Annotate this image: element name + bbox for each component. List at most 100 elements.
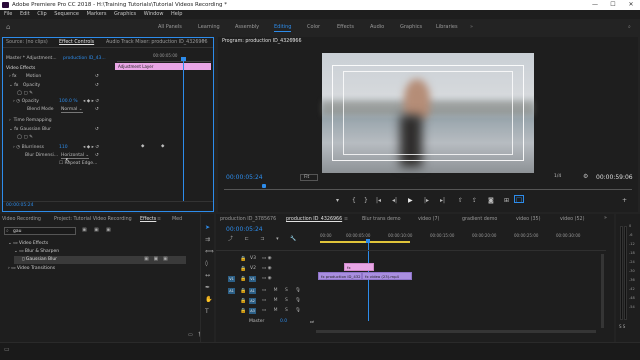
opacity-reset-icon[interactable]: ↺ bbox=[95, 83, 99, 88]
export-frame-icon[interactable]: ◙ bbox=[488, 197, 494, 204]
menu-clip[interactable]: Clip bbox=[37, 11, 46, 17]
source-patch-a1[interactable]: A1 bbox=[228, 288, 235, 294]
menu-sequence[interactable]: Sequence bbox=[54, 11, 79, 17]
yuv-effects-icon[interactable]: ▣ bbox=[106, 227, 111, 233]
a2-lock-icon[interactable]: 🔒 bbox=[240, 298, 246, 304]
a2-toggles[interactable]: ▭ M S 🎙 bbox=[262, 298, 304, 303]
mark-in-icon[interactable]: { bbox=[352, 197, 356, 204]
gaussian-reset-icon[interactable]: ↺ bbox=[95, 127, 99, 132]
tab-project[interactable]: Project: Tutorial Video Recording bbox=[54, 217, 132, 222]
effects-search-input[interactable]: ⌕ gau bbox=[4, 227, 76, 235]
workspace-audio[interactable]: Audio bbox=[370, 19, 384, 35]
program-panel-menu-icon[interactable]: ≡ bbox=[291, 38, 295, 43]
tab-audio-track-mixer[interactable]: Audio Track Mixer: production ID_4326966 bbox=[106, 40, 208, 45]
menu-help[interactable]: Help bbox=[171, 11, 182, 17]
program-timecode[interactable]: 00:00:05:24 bbox=[226, 174, 263, 181]
wrench-icon[interactable]: ⚙ bbox=[583, 173, 588, 180]
extract-icon[interactable]: ⇪ bbox=[472, 197, 477, 204]
workspace-all-panels[interactable]: All Panels bbox=[158, 19, 182, 35]
blurriness-keyframe-nav-icon[interactable]: ◂ ◆ ▸ ↺ bbox=[83, 145, 99, 150]
tab-video-7[interactable]: video (7) bbox=[418, 217, 439, 222]
pen-tool-icon[interactable]: ✒ bbox=[205, 284, 210, 291]
hand-tool-icon[interactable]: ✋ bbox=[205, 296, 212, 303]
program-playhead-icon[interactable] bbox=[262, 184, 266, 188]
timeline-timecode[interactable]: 00:00:05:24 bbox=[226, 226, 263, 233]
accelerated-effects-icon[interactable]: ▣ bbox=[82, 227, 87, 233]
master-volume-value[interactable]: 0.0 bbox=[280, 319, 287, 324]
tab-effects[interactable]: Effects bbox=[140, 217, 156, 222]
button-editor-icon[interactable]: + bbox=[622, 197, 627, 204]
program-video-frame[interactable] bbox=[322, 53, 534, 173]
v2-lock-icon[interactable]: 🔒 bbox=[240, 266, 246, 272]
source-patch-v1[interactable]: V1 bbox=[228, 276, 235, 282]
workspace-libraries[interactable]: Libraries bbox=[436, 19, 458, 35]
menu-window[interactable]: Window bbox=[144, 11, 164, 17]
timeline-vertical-scrollbar[interactable] bbox=[601, 254, 604, 328]
play-icon[interactable]: ▶ bbox=[408, 197, 413, 204]
track-a3-label[interactable]: A3 bbox=[249, 308, 256, 314]
tab-source[interactable]: Source: (no clips) bbox=[6, 40, 48, 45]
master-clip-label[interactable]: Master * Adjustment... bbox=[6, 56, 57, 61]
go-to-in-icon[interactable]: |◂ bbox=[376, 197, 381, 204]
fx-motion-row[interactable]: › fx Motion bbox=[9, 74, 41, 79]
tab-blur-trans-demo[interactable]: Blur trans demo bbox=[362, 217, 401, 222]
keyframe-1-icon[interactable]: ◆ bbox=[141, 144, 144, 149]
lift-icon[interactable]: ⇧ bbox=[458, 197, 463, 204]
workspace-editing[interactable]: Editing bbox=[274, 19, 292, 35]
blend-reset-icon[interactable]: ↺ bbox=[95, 107, 99, 112]
program-scrub-bar[interactable] bbox=[224, 186, 632, 190]
a3-lock-icon[interactable]: 🔒 bbox=[240, 308, 246, 314]
workspace-effects[interactable]: Effects bbox=[337, 19, 354, 35]
blur-dim-reset-icon[interactable]: ↺ bbox=[95, 153, 99, 158]
tab-gradient-demo[interactable]: gradient demo bbox=[462, 217, 497, 222]
adjustment-layer-clip[interactable]: fx Adjustment bbox=[344, 263, 374, 275]
menu-graphics[interactable]: Graphics bbox=[114, 11, 136, 17]
zoom-fit-select[interactable]: Fit bbox=[300, 174, 319, 181]
work-area-bar[interactable] bbox=[320, 241, 410, 243]
track-v1-label[interactable]: V1 bbox=[249, 276, 256, 282]
blend-mode-select[interactable]: Normal ⌄ bbox=[61, 107, 83, 113]
panel-menu-icon[interactable]: » bbox=[202, 39, 205, 44]
v3-toggles[interactable]: ▭ ◉ bbox=[262, 256, 272, 261]
tab-video-35[interactable]: video (35) bbox=[516, 217, 540, 222]
toggle-proxies-icon[interactable]: ⊞ bbox=[504, 197, 509, 204]
a3-toggles[interactable]: ▭ M S 🎙 bbox=[262, 308, 304, 313]
track-select-tool-icon[interactable]: ⇉ bbox=[205, 236, 210, 243]
a1-toggles[interactable]: ▭ M S 🎙 bbox=[262, 288, 304, 293]
workspace-learning[interactable]: Learning bbox=[198, 19, 220, 35]
time-remapping-row[interactable]: › Time Remapping bbox=[9, 118, 52, 123]
video-clip-video23[interactable]: fx video (23).mp4 bbox=[362, 272, 412, 280]
mask-tools-icon[interactable]: ◯ ▢ ✎ bbox=[17, 91, 33, 96]
tab-media[interactable]: Med bbox=[172, 217, 182, 222]
menu-markers[interactable]: Markers bbox=[87, 11, 107, 17]
timeline-more-icon[interactable]: » bbox=[604, 216, 607, 221]
ripple-edit-tool-icon[interactable]: ⟺ bbox=[205, 248, 214, 255]
menu-edit[interactable]: Edit bbox=[20, 11, 30, 17]
32bit-effects-icon[interactable]: ▣ bbox=[94, 227, 99, 233]
v1-toggles[interactable]: ▭ ◉ bbox=[262, 276, 272, 281]
fx-gaussian-blur-row[interactable]: ⌄ fx Gaussian Blur bbox=[9, 127, 51, 132]
track-a2-label[interactable]: A2 bbox=[249, 298, 256, 304]
v2-toggles[interactable]: ▭ ◉ bbox=[262, 266, 272, 271]
menu-file[interactable]: File bbox=[4, 11, 12, 17]
track-a1-label[interactable]: A1 bbox=[249, 288, 256, 294]
timeline-menu-icon[interactable]: ≡ bbox=[344, 217, 348, 222]
tab-video-recording[interactable]: Video Recording bbox=[2, 217, 41, 222]
tree-video-transitions[interactable]: › ▭ Video Transitions bbox=[8, 266, 55, 271]
effects-panel-menu-icon[interactable]: ≡ bbox=[157, 217, 161, 222]
fx-opacity-row[interactable]: ⌄ fx Opacity bbox=[9, 83, 40, 88]
close-button[interactable]: ✕ bbox=[622, 0, 640, 10]
sequence-clip-label[interactable]: production ID_43... bbox=[63, 56, 106, 61]
tab-seq-3785676[interactable]: production ID_3785676 bbox=[220, 217, 276, 222]
workspace-graphics[interactable]: Graphics bbox=[400, 19, 422, 35]
video-clip-production[interactable]: fx production ID_432 bbox=[318, 272, 362, 280]
v3-lock-icon[interactable]: 🔒 bbox=[240, 256, 246, 262]
step-forward-icon[interactable]: |▸ bbox=[424, 197, 429, 204]
maximize-button[interactable]: ☐ bbox=[604, 0, 622, 10]
v1-lock-icon[interactable]: 🔒 bbox=[240, 276, 246, 282]
tree-gaussian-blur[interactable]: ▯ Gaussian Blur ▣ ▣ ▣ bbox=[14, 256, 186, 264]
mark-out-icon[interactable]: } bbox=[364, 197, 368, 204]
add-marker-icon[interactable]: ▾ bbox=[336, 197, 339, 204]
master-end-icon[interactable]: ⏭ bbox=[310, 319, 314, 325]
opacity-keyframe-nav-icon[interactable]: ◂ ◆ ▸ ↺ bbox=[83, 99, 99, 104]
